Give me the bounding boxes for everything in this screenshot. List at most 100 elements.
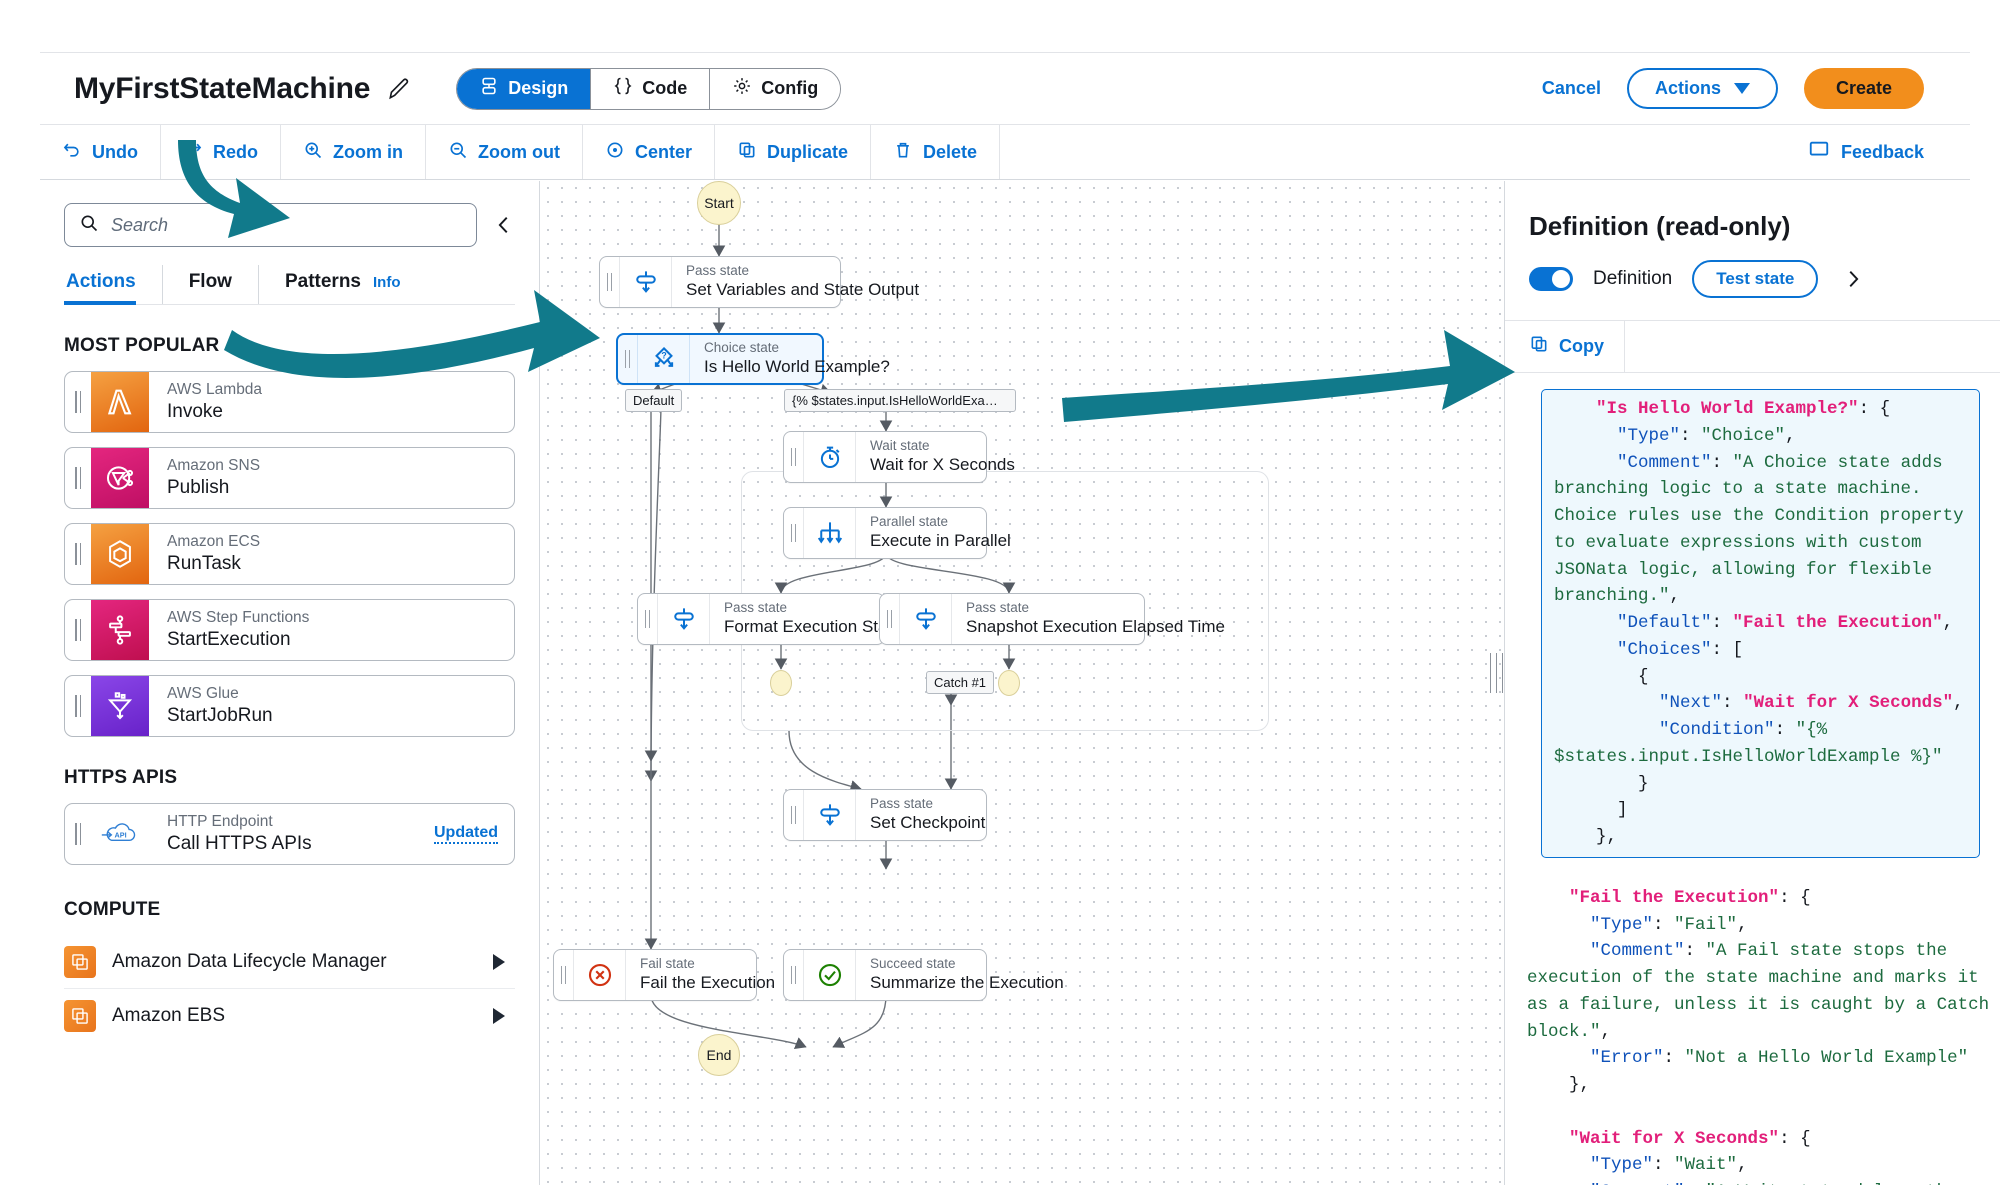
node-name: Wait for X Seconds bbox=[870, 455, 1015, 475]
tab-code-label: Code bbox=[642, 78, 688, 98]
tab-design[interactable]: Design bbox=[457, 68, 592, 109]
node-execute-in-parallel[interactable]: Parallel state Execute in Parallel bbox=[783, 507, 1011, 559]
drag-handle-icon[interactable] bbox=[65, 600, 91, 660]
drag-handle-icon[interactable] bbox=[554, 950, 574, 1000]
undo-button[interactable]: Undo bbox=[40, 125, 161, 179]
drag-handle-icon[interactable] bbox=[65, 372, 91, 432]
updated-badge[interactable]: Updated bbox=[434, 824, 498, 844]
node-type: Wait state bbox=[870, 437, 930, 453]
action-card-http-endpoint[interactable]: API HTTP Endpoint Call HTTPS APIs Update… bbox=[64, 803, 515, 865]
fail-state-icon bbox=[574, 950, 626, 1000]
end-node[interactable]: End bbox=[698, 1034, 740, 1076]
node-set-variables-and-state-output[interactable]: Pass state Set Variables and State Outpu… bbox=[599, 256, 919, 308]
node-text: Succeed state Summarize the Execution bbox=[856, 950, 1078, 1000]
tab-actions[interactable]: Actions bbox=[64, 265, 163, 305]
tab-flow[interactable]: Flow bbox=[189, 265, 259, 304]
triangle-right-icon[interactable] bbox=[493, 953, 505, 970]
action-card-ecs-runtask[interactable]: Amazon ECS RunTask bbox=[64, 523, 515, 585]
node-wait-for-x-seconds[interactable]: Wait state Wait for X Seconds bbox=[783, 431, 1015, 483]
tab-patterns[interactable]: Patterns Info bbox=[285, 265, 401, 304]
tab-config[interactable]: Config bbox=[710, 68, 841, 109]
action-card-lambda-invoke[interactable]: AWS Lambda Invoke bbox=[64, 371, 515, 433]
duplicate-button[interactable]: Duplicate bbox=[715, 125, 872, 179]
succeed-state-icon bbox=[804, 950, 856, 1000]
node-set-checkpoint[interactable]: Pass state Set Checkpoint bbox=[783, 789, 987, 841]
service-row-label: Amazon EBS bbox=[112, 1005, 225, 1026]
drag-handle-icon[interactable] bbox=[880, 594, 900, 644]
chevron-right-icon[interactable] bbox=[1842, 268, 1864, 290]
create-button[interactable]: Create bbox=[1803, 68, 1924, 109]
edge-label-default: Default bbox=[625, 389, 683, 412]
zoom-out-label: Zoom out bbox=[477, 141, 560, 162]
drag-handle-icon[interactable] bbox=[784, 790, 804, 840]
drag-handle-icon[interactable] bbox=[618, 335, 638, 383]
section-https-apis-title: HTTPS APIS bbox=[64, 767, 178, 788]
end-node-label: End bbox=[706, 1047, 732, 1063]
triangle-right-icon[interactable] bbox=[493, 1008, 505, 1024]
service-name: Amazon SNS bbox=[167, 457, 261, 475]
node-type: Parallel state bbox=[870, 513, 949, 529]
workflow-canvas[interactable]: Start Pass state Set Variables and State… bbox=[541, 181, 1504, 1185]
drag-handle-icon[interactable] bbox=[784, 508, 804, 558]
chevron-left-icon[interactable] bbox=[493, 214, 515, 236]
delete-button[interactable]: Delete bbox=[871, 125, 1001, 179]
node-name: Fail the Execution bbox=[640, 973, 776, 993]
branch-end-node-right bbox=[998, 670, 1020, 696]
redo-button[interactable]: Redo bbox=[161, 125, 281, 179]
node-snapshot-execution-elapsed-time[interactable]: Pass state Snapshot Execution Elapsed Ti… bbox=[879, 593, 1225, 645]
actions-dropdown-button[interactable]: Actions bbox=[1626, 68, 1778, 109]
pass-state-icon bbox=[658, 594, 710, 644]
patterns-info-link[interactable]: Info bbox=[373, 274, 401, 291]
service-row-label: Amazon Data Lifecycle Manager bbox=[112, 950, 387, 972]
cancel-button[interactable]: Cancel bbox=[1542, 78, 1601, 99]
action-card-sns-publish[interactable]: Amazon SNS Publish bbox=[64, 447, 515, 509]
service-row-amazon-ebs[interactable]: Amazon EBS bbox=[64, 989, 515, 1043]
header-actions: Cancel Actions Create bbox=[1542, 68, 1924, 109]
drag-handle-icon[interactable] bbox=[65, 524, 91, 584]
search-input[interactable]: Search bbox=[64, 203, 477, 247]
definition-copy-bar: Copy bbox=[1505, 320, 2000, 373]
drag-handle-icon[interactable] bbox=[600, 257, 620, 307]
zoom-out-button[interactable]: Zoom out bbox=[426, 125, 583, 179]
page-title: MyFirstStateMachine bbox=[74, 71, 371, 105]
node-is-hello-world-example[interactable]: ? Choice state Is Hello World Example? bbox=[616, 333, 890, 385]
node-summarize-the-execution[interactable]: Succeed state Summarize the Execution bbox=[783, 949, 1064, 1001]
pass-state-icon bbox=[804, 790, 856, 840]
trash-icon bbox=[893, 140, 913, 165]
pencil-icon[interactable] bbox=[386, 76, 412, 102]
node-format-execution-start-date[interactable]: Pass state Format Execution Start Date bbox=[637, 593, 938, 645]
node-text: Parallel state Execute in Parallel bbox=[856, 508, 1025, 558]
panel-resize-handle[interactable] bbox=[1487, 650, 1505, 696]
node-fail-the-execution[interactable]: Fail state Fail the Execution bbox=[553, 949, 775, 1001]
service-row-data-lifecycle-manager[interactable]: Amazon Data Lifecycle Manager bbox=[64, 935, 515, 989]
start-node-label: Start bbox=[704, 195, 734, 211]
node-type: Pass state bbox=[870, 795, 934, 811]
center-button[interactable]: Center bbox=[583, 125, 715, 179]
pass-state-icon bbox=[900, 594, 952, 644]
edge-label-condition: {% $states.input.IsHelloWorldExample %..… bbox=[784, 389, 1016, 412]
copy-button[interactable]: Copy bbox=[1505, 321, 1625, 372]
feedback-button[interactable]: Feedback bbox=[1808, 125, 1970, 179]
definition-code-viewer[interactable]: "Is Hello World Example?": { "Type": "Ch… bbox=[1505, 373, 2000, 1185]
view-mode-tabs: Design Code Config bbox=[456, 67, 842, 110]
drag-handle-icon[interactable] bbox=[65, 676, 91, 736]
tab-config-label: Config bbox=[761, 78, 819, 98]
start-node[interactable]: Start bbox=[697, 181, 741, 225]
node-text: Pass state Set Variables and State Outpu… bbox=[672, 257, 933, 307]
ec2-icon bbox=[64, 945, 96, 978]
node-type: Fail state bbox=[640, 955, 695, 971]
action-card-glue-startjobrun[interactable]: AWS Glue StartJobRun bbox=[64, 675, 515, 737]
wait-state-icon bbox=[804, 432, 856, 482]
action-card-stepfunctions-startexecution[interactable]: AWS Step Functions StartExecution bbox=[64, 599, 515, 661]
tab-code[interactable]: Code bbox=[591, 68, 711, 109]
definition-toggle[interactable] bbox=[1529, 267, 1573, 291]
drag-handle-icon[interactable] bbox=[65, 448, 91, 508]
canvas-toolbar: Undo Redo Zoom in Zoom out Center Duplic… bbox=[40, 124, 1970, 180]
duplicate-label: Duplicate bbox=[766, 141, 849, 162]
drag-handle-icon[interactable] bbox=[638, 594, 658, 644]
test-state-button[interactable]: Test state bbox=[1692, 260, 1819, 298]
drag-handle-icon[interactable] bbox=[784, 950, 804, 1000]
drag-handle-icon[interactable] bbox=[784, 432, 804, 482]
zoom-in-button[interactable]: Zoom in bbox=[281, 125, 426, 179]
drag-handle-icon[interactable] bbox=[65, 804, 91, 864]
